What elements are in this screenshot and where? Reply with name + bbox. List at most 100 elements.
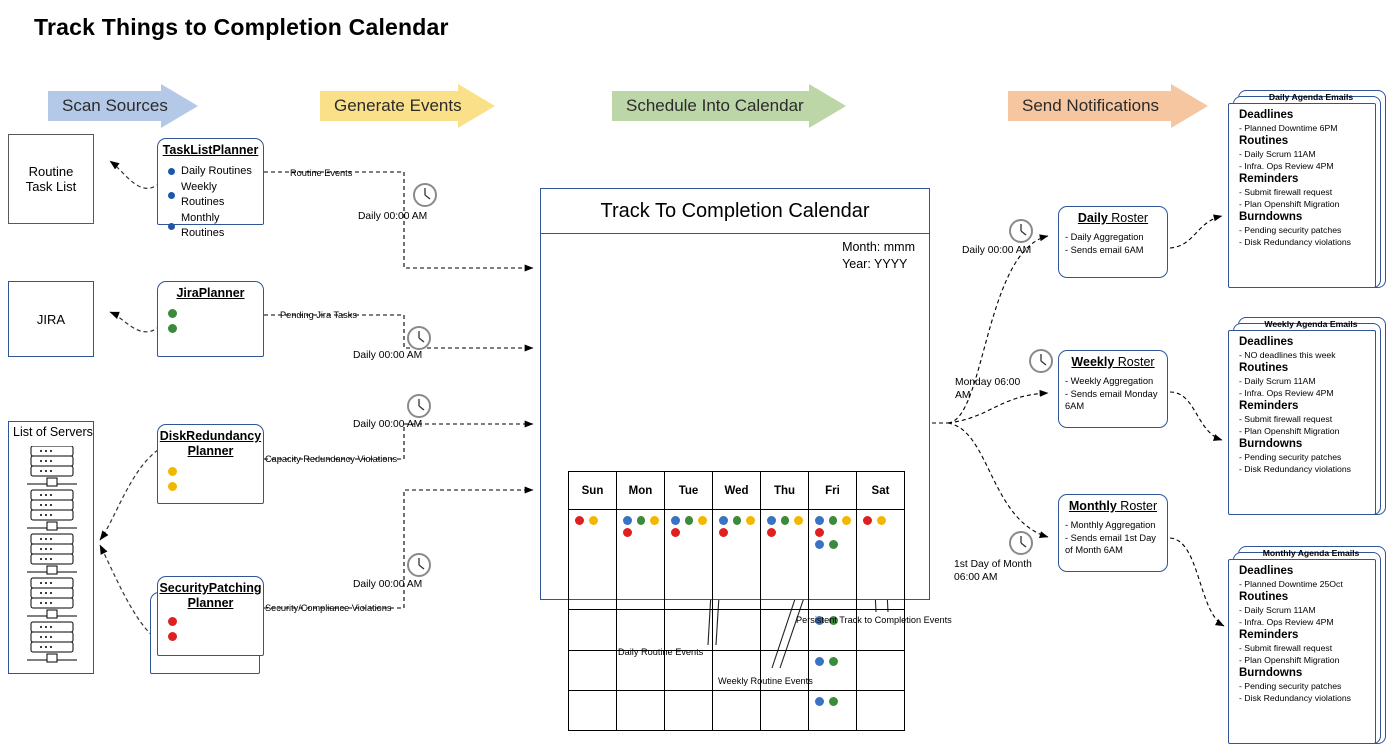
calendar-event-dots [857,510,904,525]
calendar-dot-row [623,516,660,525]
calendar-day-cell[interactable] [808,689,857,732]
planner-title: JiraPlanner [176,286,245,300]
roster-daily[interactable]: Daily Roster - Daily Aggregation - Sends… [1058,206,1168,278]
event-dot-green-icon[interactable] [829,696,838,706]
calendar-weekday-wed: Wed [712,471,761,510]
event-dot-yellow-icon[interactable] [589,516,598,525]
planner-securitypatchingplanner[interactable]: SecurityPatching Planner [150,576,270,674]
event-dot-yellow-icon[interactable] [794,516,804,525]
calendar-day-cell[interactable] [616,609,665,651]
planner-title: DiskRedundancy Planner [159,429,262,458]
calendar-day-cell[interactable] [856,508,905,611]
calendar-day-cell[interactable] [568,649,617,691]
agenda-section-heading: Deadlines [1239,109,1294,121]
calendar-day-cell[interactable] [808,649,857,691]
calendar-day-cell[interactable] [568,508,617,611]
event-dot-blue-icon[interactable] [815,656,824,666]
calendar-day-cell[interactable] [760,508,809,611]
event-dot-red-icon[interactable] [623,528,632,537]
agenda-sections: Deadlines - NO deadlines this week Routine… [1228,317,1384,479]
calendar-dot-row [767,528,803,537]
event-dot-yellow-icon[interactable] [842,516,852,525]
calendar-month: Month: mmm [842,240,915,254]
event-dot-yellow-icon[interactable] [877,516,886,525]
agenda-section-heading: Deadlines [1239,565,1294,577]
agenda-monthly-emails[interactable]: Monthly Agenda Emails Deadlines - Planned … [1228,546,1386,744]
agenda-section-item: - Plan Openshift Migration [1239,655,1340,665]
calendar-day-cell[interactable] [808,508,857,611]
calendar-day-cell[interactable] [856,649,905,691]
event-dot-blue-icon[interactable] [767,516,776,525]
event-dot-red-icon[interactable] [719,528,728,537]
source-list-of-servers: List of Servers [8,421,94,674]
edge-label-capacity-redundancy-violations: Capacity Redundancy Violations [265,454,398,464]
clock-icon [1029,349,1053,373]
event-dot-red-icon[interactable] [671,528,680,537]
planner-bullets [158,611,263,641]
calendar-day-cell[interactable] [616,508,665,611]
agenda-section-item: - Infra. Ops Review 4PM [1239,617,1334,627]
bullet-dot-icon [168,222,175,230]
calendar-year: Year: YYYY [842,257,908,271]
event-dot-red-icon[interactable] [767,528,776,537]
event-dot-blue-icon[interactable] [815,696,824,706]
event-dot-blue-icon[interactable] [815,516,824,525]
planner-title: TaskListPlanner [162,143,259,157]
agenda-section-item: - Planned Downtime 6PM [1239,123,1338,133]
event-dot-green-icon[interactable] [780,516,790,525]
planner-tasklistplanner[interactable]: TaskListPlanner Daily Routines Weekly Ro… [157,138,264,239]
event-dot-blue-icon[interactable] [815,540,824,549]
clock-icon [407,394,431,418]
roster-weekly[interactable]: Weekly Roster - Weekly Aggregation - Sen… [1058,350,1168,428]
agenda-caption: Daily Agenda Emails [1268,92,1354,102]
agenda-section-item: - Daily Scrum 11AM [1239,376,1316,386]
event-dot-green-icon[interactable] [828,516,838,525]
agenda-section-item: - Submit firewall request [1239,414,1333,424]
roster-clock-label: Daily 00:00 AM [962,245,1032,256]
event-dot-red-icon[interactable] [863,516,872,525]
agenda-section-item: - Pending security patches [1239,225,1342,235]
calendar-grid[interactable]: Sun Mon Tue Wed Thu Fri Sat [568,471,905,732]
planner-bullets [158,459,263,491]
calendar-day-cell[interactable] [856,689,905,732]
planner-diskredundancyplanner[interactable]: DiskRedundancy Planner [157,424,264,504]
planner-jiraplanner[interactable]: JiraPlanner [157,281,264,357]
calendar-day-cell[interactable] [616,689,665,732]
event-dot-green-icon[interactable] [829,540,838,549]
agenda-section-heading: Burndowns [1239,211,1303,223]
agenda-section-item: - Planned Downtime 25Oct [1239,579,1343,589]
calendar-day-cell[interactable] [712,689,761,732]
event-dot-green-icon[interactable] [829,656,838,666]
event-dot-red-icon[interactable] [815,528,824,537]
calendar-day-cell[interactable] [568,689,617,732]
event-dot-yellow-icon[interactable] [746,516,756,525]
agenda-section-item: - Plan Openshift Migration [1239,199,1340,209]
clock-icon [407,326,431,350]
event-dot-blue-icon[interactable] [719,516,728,525]
event-dot-green-icon[interactable] [684,516,694,525]
agenda-weekly-emails[interactable]: Weekly Agenda Emails Deadlines - NO deadli… [1228,317,1386,515]
event-dot-blue-icon[interactable] [671,516,680,525]
roster-monthly[interactable]: Monthly Roster - Monthly Aggregation - S… [1058,494,1168,572]
calendar-day-cell[interactable] [664,508,713,611]
calendar-day-cell[interactable] [712,508,761,611]
event-dot-blue-icon[interactable] [623,516,632,525]
calendar-day-cell[interactable] [760,689,809,732]
agenda-section-heading: Deadlines [1239,336,1294,348]
calendar-day-cell[interactable] [664,609,713,651]
event-dot-red-icon[interactable] [575,516,584,525]
calendar-week-row [568,689,905,732]
calendar-day-cell[interactable] [568,609,617,651]
banner-label: Scan Sources [62,96,168,115]
agenda-daily-emails[interactable]: Daily Agenda Emails Deadlines - Planned Do… [1228,90,1386,288]
calendar-dot-row [671,516,708,525]
calendar-day-cell[interactable] [664,689,713,732]
event-dot-yellow-icon[interactable] [650,516,660,525]
event-dot-green-icon[interactable] [636,516,646,525]
agenda-caption-bar: Monthly Agenda Emails [1238,546,1384,560]
event-dot-yellow-icon[interactable] [698,516,708,525]
planner-bullet: Daily Routines [168,164,263,180]
event-dot-green-icon[interactable] [732,516,742,525]
clock-label: Daily 00:00 AM [353,350,423,361]
calendar-day-cell[interactable] [712,609,761,651]
